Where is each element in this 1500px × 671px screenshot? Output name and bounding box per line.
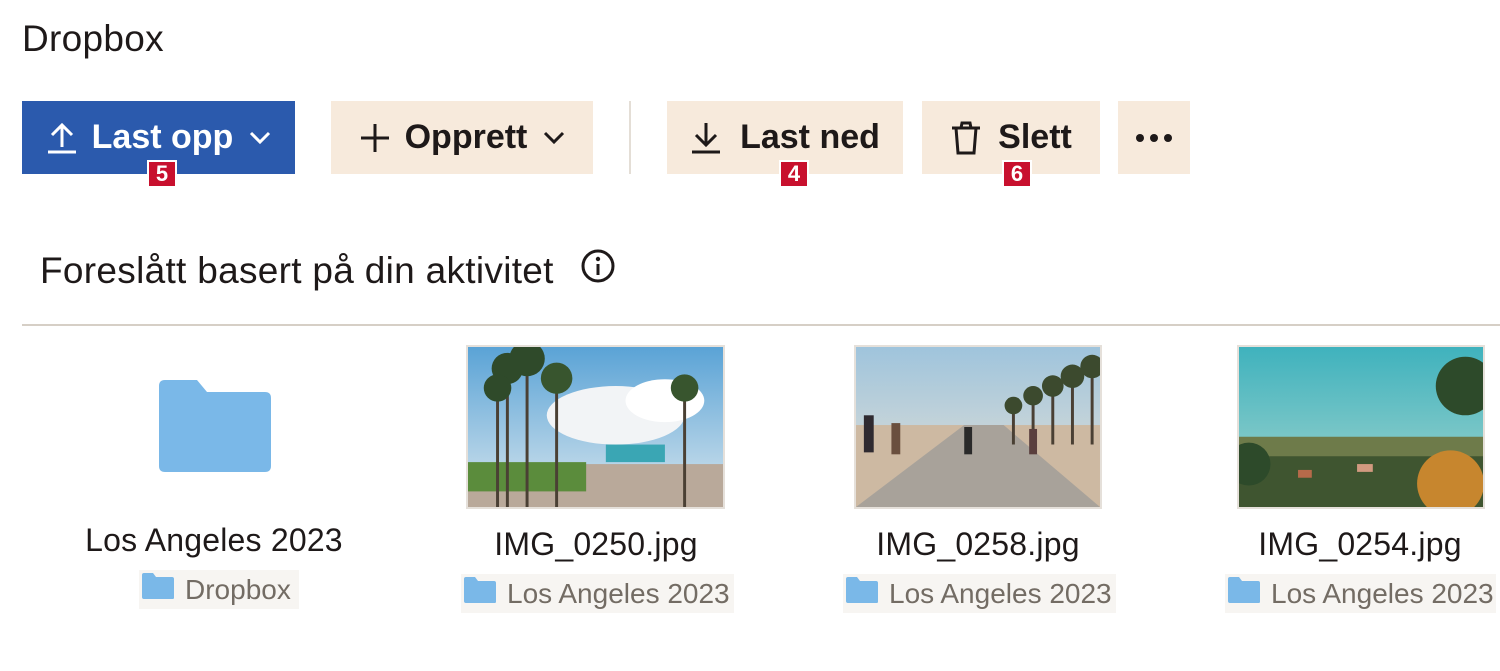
folder-icon: [141, 572, 175, 607]
item-location[interactable]: Dropbox: [139, 570, 299, 609]
image-thumbnail: [1237, 345, 1485, 509]
image-thumbnail: [466, 345, 725, 509]
delete-label: Slett: [998, 118, 1072, 156]
image-thumbnail: [854, 345, 1102, 509]
item-name: IMG_0250.jpg: [494, 526, 698, 562]
more-options-button[interactable]: [1118, 101, 1190, 174]
download-step-badge: 4: [779, 160, 809, 188]
folder-icon: [155, 378, 273, 474]
download-icon: [690, 121, 722, 155]
item-location[interactable]: Los Angeles 2023: [843, 574, 1116, 613]
upload-label: Last opp: [91, 118, 234, 156]
section-title-text: Foreslått basert på din aktivitet: [40, 249, 554, 291]
item-name: Los Angeles 2023: [85, 522, 343, 558]
chevron-down-icon: [543, 131, 565, 145]
download-label: Last ned: [740, 118, 880, 156]
item-location-label: Los Angeles 2023: [889, 577, 1112, 609]
folder-icon: [463, 576, 497, 611]
item-location-label: Los Angeles 2023: [1271, 577, 1494, 609]
item-location-label: Los Angeles 2023: [507, 577, 730, 609]
section-divider: [22, 324, 1500, 326]
create-label: Opprett: [404, 118, 528, 156]
folder-icon: [845, 576, 879, 611]
item-name: IMG_0258.jpg: [876, 526, 1080, 562]
item-location[interactable]: Los Angeles 2023: [1225, 574, 1496, 613]
upload-icon: [46, 121, 78, 155]
toolbar-divider: [629, 101, 631, 174]
folder-icon: [1227, 576, 1261, 611]
more-dots-icon: [1135, 133, 1173, 143]
upload-step-badge: 5: [147, 160, 177, 188]
chevron-down-icon: [249, 131, 271, 145]
item-location-label: Dropbox: [185, 573, 291, 605]
create-button[interactable]: Opprett: [331, 101, 593, 174]
app-title: Dropbox: [22, 18, 164, 59]
delete-step-badge: 6: [1002, 160, 1032, 188]
plus-icon: [359, 122, 391, 154]
item-name: IMG_0254.jpg: [1258, 526, 1462, 562]
section-title: Foreslått basert på din aktivitet: [40, 248, 616, 293]
trash-icon: [950, 120, 982, 156]
info-icon[interactable]: [580, 248, 616, 293]
item-location[interactable]: Los Angeles 2023: [461, 574, 734, 613]
